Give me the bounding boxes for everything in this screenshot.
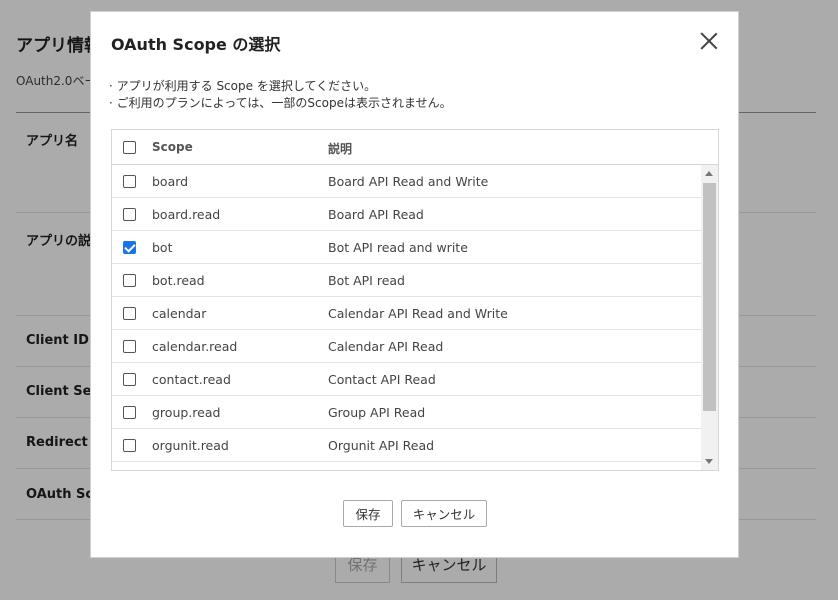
note-line: · ご利用のプランによっては、一部のScopeは表示されません。 [109,96,452,110]
row-checkbox[interactable] [123,406,136,419]
dialog-title: OAuth Scope の選択 [111,35,281,54]
table-row[interactable]: group.read Group API Read [112,396,702,429]
scroll-down-arrow-icon[interactable] [705,459,713,464]
dialog-notes: · アプリが利用する Scope を選択してください。 · ご利用のプランによっ… [109,78,452,112]
table-body: board Board API Read and Write board.rea… [112,165,702,470]
scope-table: Scope 説明 board Board API Read and Write … [111,129,719,471]
scope-description: Bot API read [328,273,405,288]
scope-name: board [152,174,189,189]
row-checkbox[interactable] [123,274,136,287]
scope-description: Calendar API Read and Write [328,306,508,321]
scope-description: Board API Read and Write [328,174,489,189]
scope-name: calendar [152,306,207,321]
close-icon[interactable] [700,32,718,50]
scope-description: Contact API Read [328,372,436,387]
scope-description: Group API Read [328,405,426,420]
table-row[interactable]: board.read Board API Read [112,198,702,231]
scope-name: contact.read [152,372,231,387]
row-checkbox[interactable] [123,340,136,353]
table-row[interactable]: bot.read Bot API read [112,264,702,297]
table-row[interactable]: bot Bot API read and write [112,231,702,264]
scroll-up-arrow-icon[interactable] [705,171,713,176]
table-row[interactable]: contact.read Contact API Read [112,363,702,396]
row-checkbox[interactable] [123,175,136,188]
scope-description: Board API Read [328,207,424,222]
table-header: Scope 説明 [112,130,718,165]
row-checkbox[interactable] [123,208,136,221]
scope-description: Bot API read and write [328,240,468,255]
row-checkbox[interactable] [123,241,136,254]
scope-name: board.read [152,207,221,222]
note-line: · アプリが利用する Scope を選択してください。 [109,79,377,93]
row-checkbox[interactable] [123,307,136,320]
table-row[interactable]: calendar.read Calendar API Read [112,330,702,363]
scope-description: Calendar API Read [328,339,444,354]
dialog-cancel-button[interactable]: キャンセル [401,500,487,527]
select-all-checkbox[interactable] [123,141,136,154]
table-row[interactable]: calendar Calendar API Read and Write [112,297,702,330]
column-header-scope: Scope [152,140,193,154]
scope-name: group.read [152,405,221,420]
dialog-save-button[interactable]: 保存 [343,500,393,527]
row-checkbox[interactable] [123,439,136,452]
table-row[interactable]: orgunit.read Orgunit API Read [112,429,702,462]
scope-select-dialog: OAuth Scope の選択 · アプリが利用する Scope を選択してくだ… [90,11,739,558]
scope-description: Orgunit API Read [328,438,435,453]
row-checkbox[interactable] [123,373,136,386]
table-row[interactable]: board Board API Read and Write [112,165,702,198]
scope-name: orgunit.read [152,438,229,453]
scope-name: bot.read [152,273,205,288]
column-header-description: 説明 [328,142,353,156]
scroll-thumb[interactable] [703,183,716,411]
table-scrollbar[interactable] [701,165,718,470]
scope-name: bot [152,240,173,255]
scope-name: calendar.read [152,339,238,354]
